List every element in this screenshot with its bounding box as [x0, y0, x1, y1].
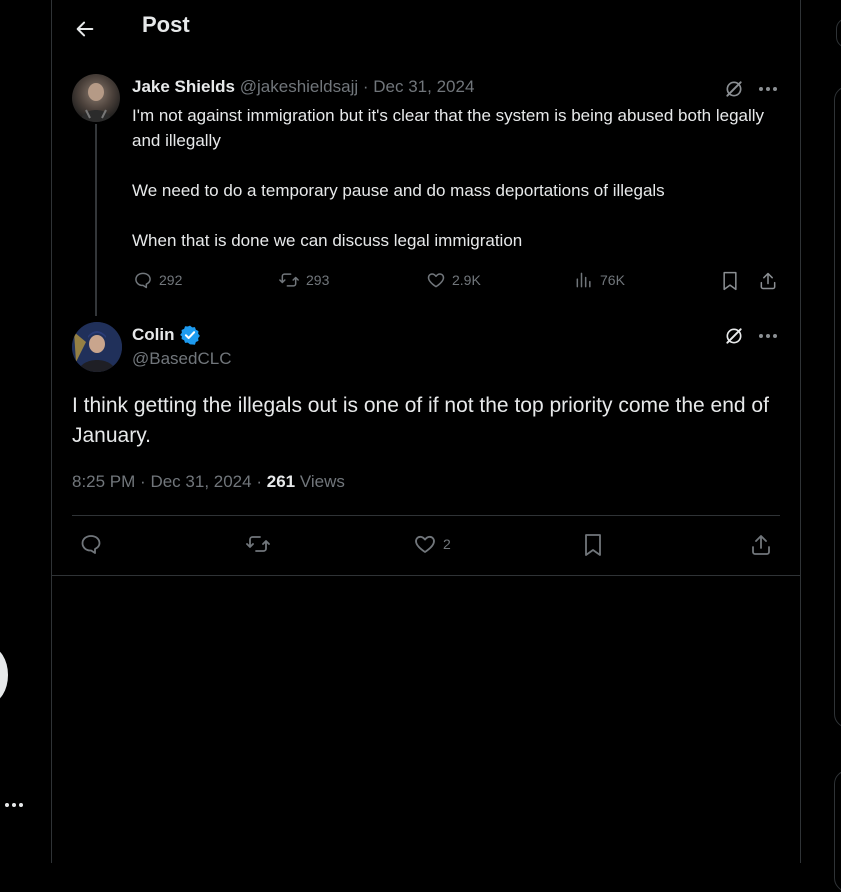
main-repost-button[interactable]: [245, 532, 271, 556]
right-panel-box-2: [834, 770, 841, 892]
parent-author-handle[interactable]: @jakeshieldsajj: [240, 77, 358, 96]
main-views-count: 261: [266, 472, 296, 491]
main-tweet-meta: 8:25 PM · Dec 31, 2024 · 261 Views: [72, 472, 345, 492]
main-share-button[interactable]: [748, 532, 774, 558]
right-panel-edge: [836, 18, 841, 48]
reply-icon: [135, 272, 151, 289]
main-author-name[interactable]: Colin: [132, 325, 175, 345]
main-author-avatar[interactable]: [72, 322, 122, 372]
parent-tweet-meta: Jake Shields @jakeshieldsajj · Dec 31, 2…: [132, 77, 474, 97]
parent-author-name[interactable]: Jake Shields: [132, 77, 235, 96]
main-author-line: Colin: [132, 324, 201, 346]
parent-tweet-text: I'm not against immigration but it's cle…: [132, 106, 765, 250]
main-author-handle[interactable]: @BasedCLC: [132, 349, 231, 369]
meta-separator: ·: [256, 472, 262, 491]
main-like-button[interactable]: 2: [413, 532, 451, 556]
heart-icon: [427, 273, 445, 288]
right-panel-box: [834, 86, 841, 728]
main-like-count: 2: [443, 536, 451, 552]
parent-reply-count: 292: [159, 272, 183, 288]
back-button[interactable]: [70, 14, 100, 44]
parent-reply-button[interactable]: 292: [133, 270, 182, 290]
parent-like-count: 2.9K: [452, 272, 481, 288]
meta-separator: ·: [140, 472, 146, 491]
share-icon: [760, 272, 776, 290]
parent-views-count: 76K: [600, 272, 625, 288]
repost-icon: [246, 536, 270, 552]
arrow-left-icon: [76, 21, 94, 37]
more-dots-icon[interactable]: [2, 795, 26, 815]
repost-icon: [279, 273, 299, 287]
parent-views-button[interactable]: 76K: [574, 270, 625, 290]
page-title: Post: [142, 12, 190, 37]
main-tweet-text: I think getting the illegals out is one …: [72, 394, 769, 447]
main-reply-button[interactable]: [79, 532, 103, 556]
main-tweet-date[interactable]: Dec 31, 2024: [150, 472, 251, 491]
main-more-icon[interactable]: [756, 324, 780, 348]
main-tweet-time[interactable]: 8:25 PM: [72, 472, 135, 491]
parent-repost-button[interactable]: 293: [278, 270, 329, 290]
column-border-left: [51, 0, 52, 863]
reply-icon: [81, 535, 101, 554]
main-grok-icon[interactable]: [722, 324, 746, 348]
parent-bookmark-button[interactable]: [720, 270, 740, 292]
parent-tweet-date[interactable]: Dec 31, 2024: [373, 77, 474, 96]
meta-separator: ·: [362, 77, 369, 96]
bookmark-icon: [585, 534, 601, 556]
actions-divider-top: [72, 515, 780, 516]
parent-more-icon[interactable]: [756, 77, 780, 101]
parent-author-avatar[interactable]: [72, 74, 120, 122]
views-chart-icon: [576, 272, 591, 288]
actions-divider-bottom: [51, 575, 801, 576]
parent-repost-count: 293: [306, 272, 330, 288]
main-bookmark-button[interactable]: [582, 532, 604, 558]
heart-icon: [415, 535, 435, 553]
share-icon: [752, 535, 770, 555]
bookmark-icon: [723, 271, 737, 291]
grok-icon[interactable]: [722, 77, 746, 101]
verified-badge-icon: [179, 325, 200, 345]
sidebar-account-avatar[interactable]: [0, 647, 8, 703]
parent-like-button[interactable]: 2.9K: [426, 270, 481, 290]
thread-connector-line: [95, 124, 97, 316]
parent-share-button[interactable]: [757, 270, 779, 292]
column-border-right: [800, 0, 801, 863]
main-views-label: Views: [299, 472, 345, 491]
